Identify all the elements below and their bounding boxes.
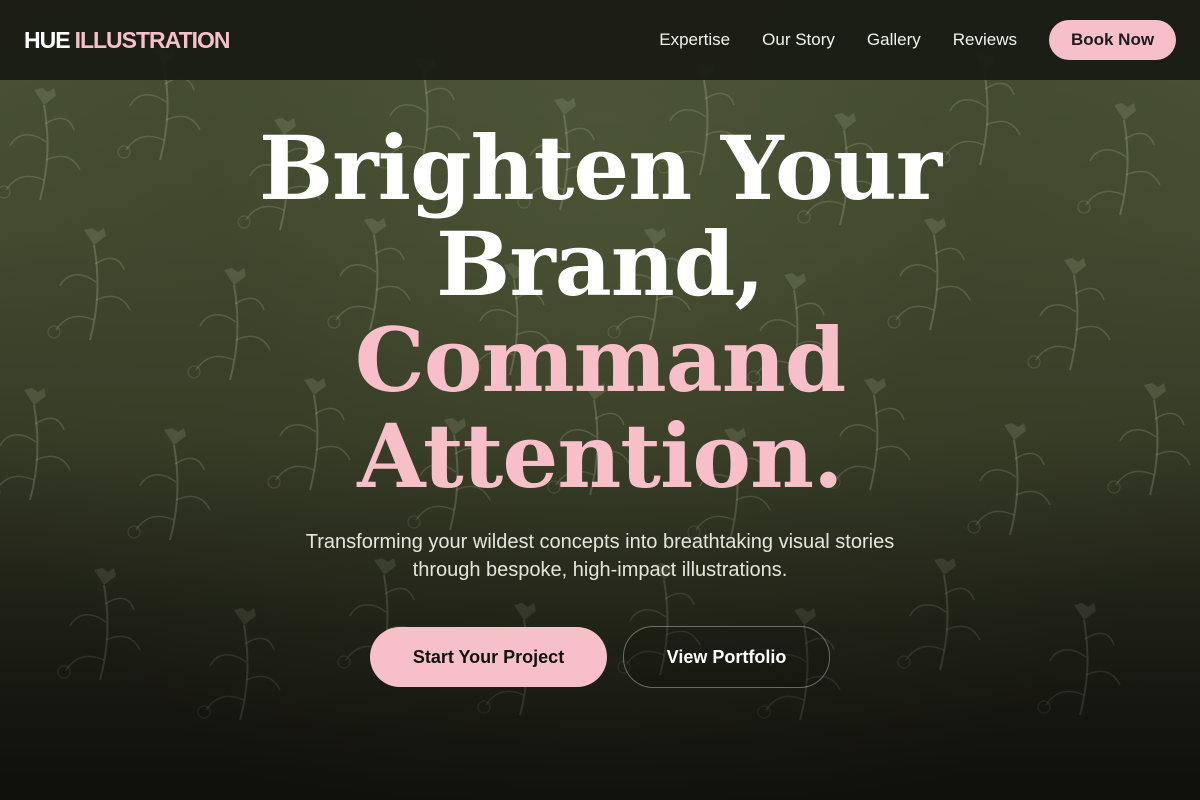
hero-cta-row: Start Your Project View Portfolio — [0, 626, 1200, 688]
headline-line-2: Brand, — [436, 212, 765, 316]
brand-logo-part2: ILLUSTRATION — [74, 26, 231, 53]
headline-line-1: Brighten Your — [258, 116, 942, 220]
hero-headline: Brighten Your Brand, Command Attention. — [0, 120, 1200, 504]
brand-logo[interactable]: HUE ILLUSTRATION — [24, 26, 231, 54]
start-project-button[interactable]: Start Your Project — [370, 627, 607, 687]
nav-link-gallery[interactable]: Gallery — [867, 30, 921, 50]
nav-links: Expertise Our Story Gallery Reviews Book… — [659, 20, 1176, 60]
hero-content: Brighten Your Brand, Command Attention. … — [0, 120, 1200, 688]
view-portfolio-button[interactable]: View Portfolio — [623, 626, 830, 688]
hero-subtitle: Transforming your wildest concepts into … — [305, 531, 895, 581]
nav-link-expertise[interactable]: Expertise — [659, 30, 730, 50]
headline-line-4: Attention. — [357, 404, 843, 508]
brand-logo-part1: HUE — [24, 26, 71, 53]
book-now-button[interactable]: Book Now — [1049, 20, 1176, 60]
nav-link-reviews[interactable]: Reviews — [953, 30, 1017, 50]
headline-line-3: Command — [354, 308, 847, 412]
nav-link-our-story[interactable]: Our Story — [762, 30, 835, 50]
top-navbar: HUE ILLUSTRATION Expertise Our Story Gall… — [0, 0, 1200, 80]
